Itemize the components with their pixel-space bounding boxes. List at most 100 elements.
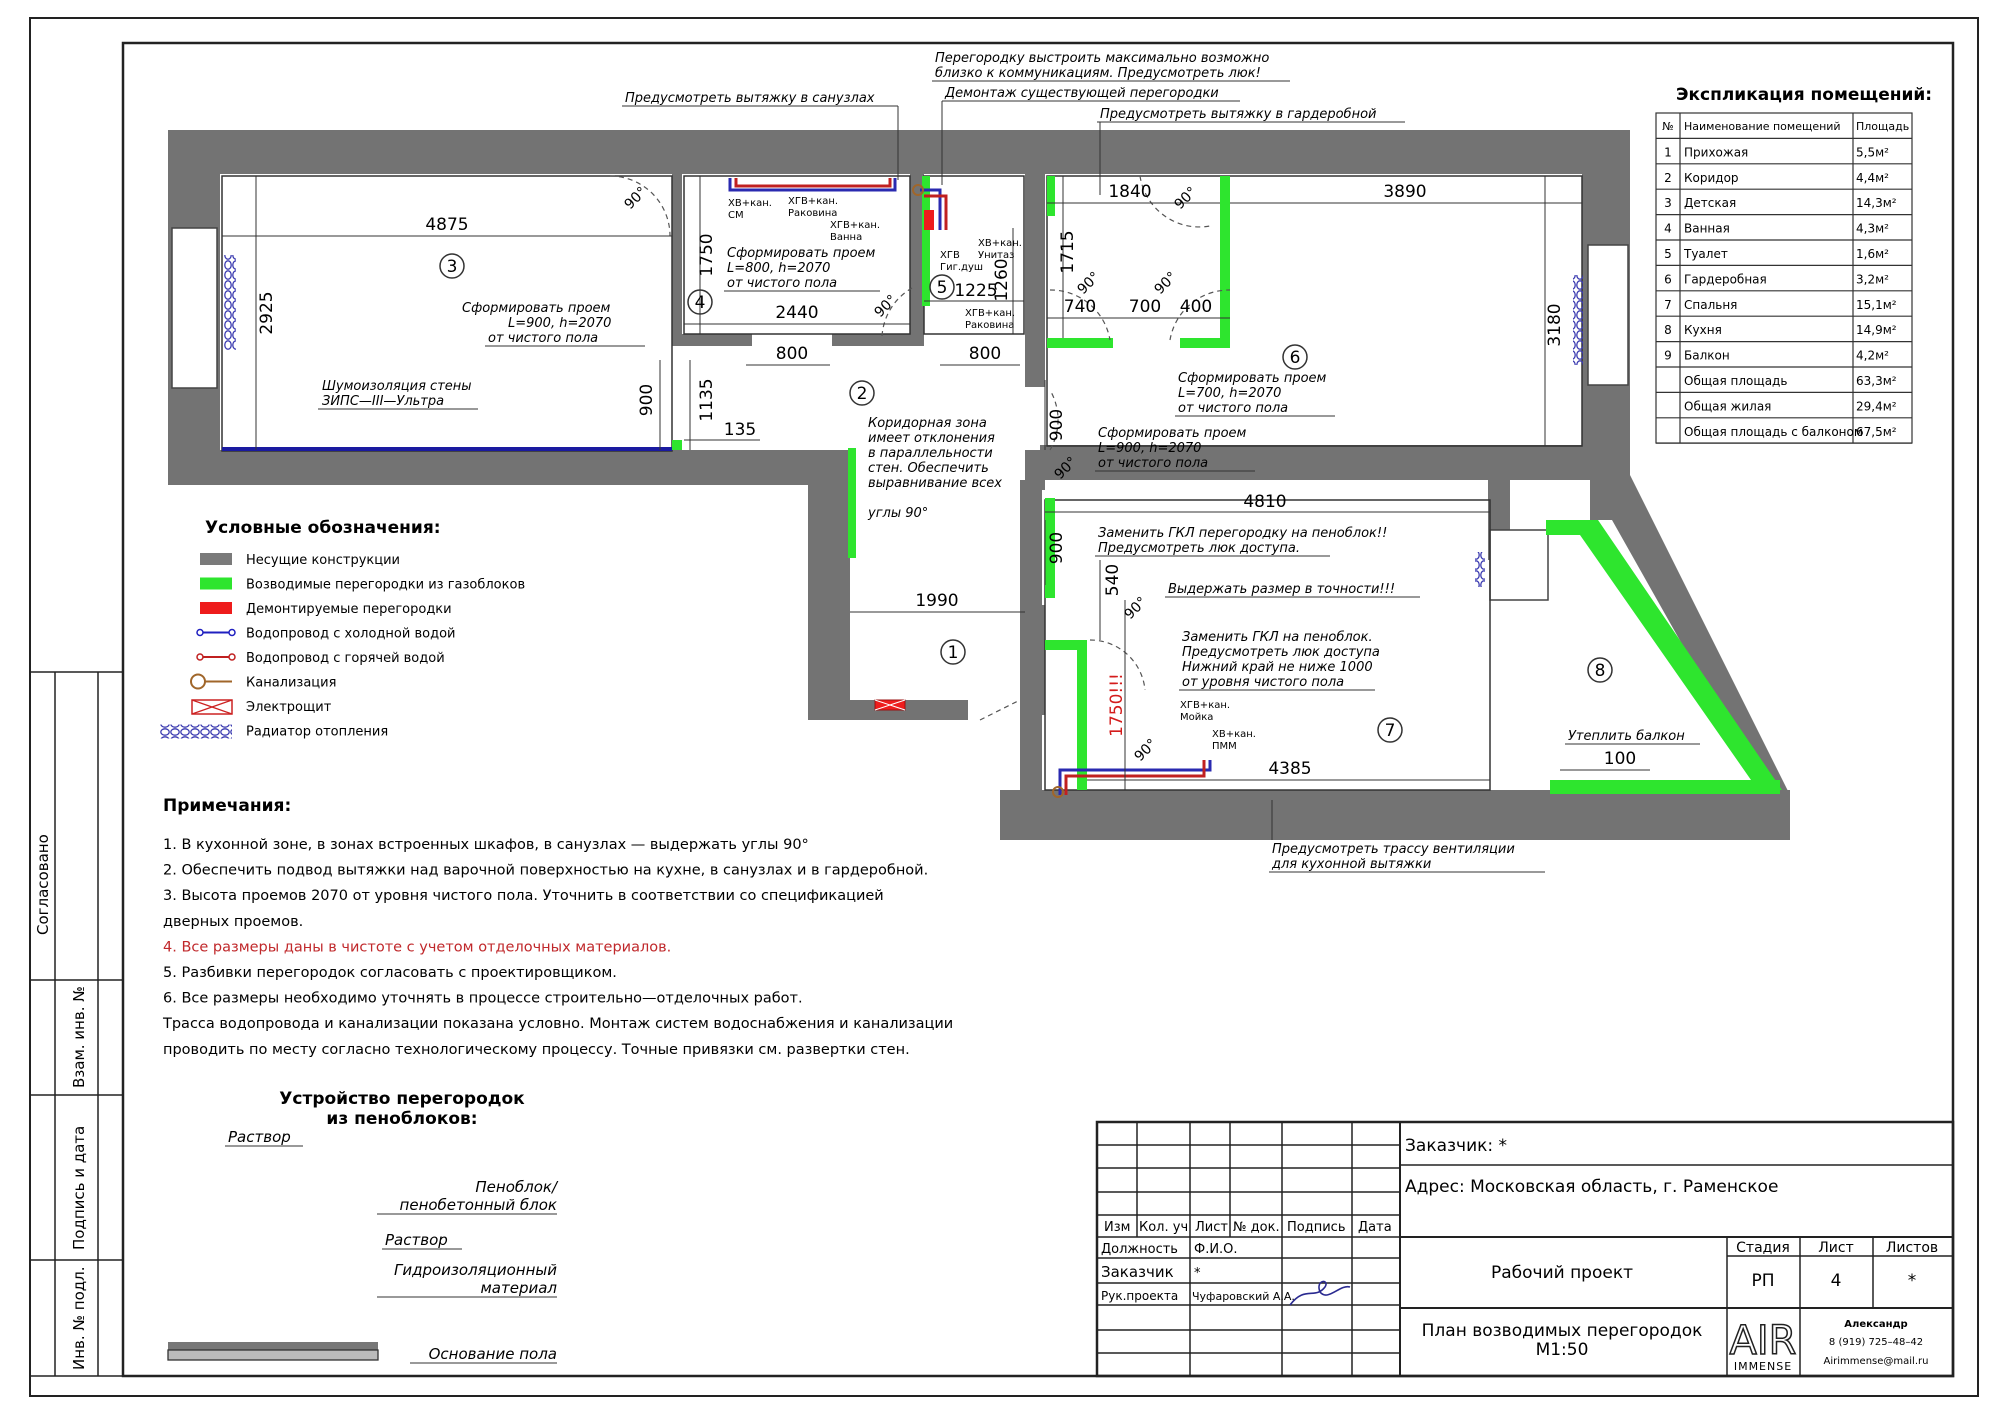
- pl-hgvvan-1: ХГВ+кан.: [830, 220, 880, 231]
- note-noise1: Шумоизоляция стены: [322, 379, 472, 394]
- stamp-agreed: Согласовано: [34, 834, 52, 935]
- section-label-block2: пенобетонный блок: [400, 1196, 557, 1214]
- explication-title: Экспликация помещений:: [1676, 85, 1932, 105]
- note-open4a: Сформировать проем: [1098, 426, 1247, 441]
- angle-5: 90°: [1152, 269, 1181, 298]
- contact-phone: 8 (919) 725–48–42: [1829, 1337, 1923, 1348]
- note-open2c: от чистого пола: [727, 276, 837, 291]
- note-open2b: L=800, h=2070: [727, 261, 830, 276]
- tb-position-value: Ф.И.О.: [1194, 1242, 1238, 1257]
- note-corr2: имеет отклонения: [868, 431, 995, 446]
- room-number-3: 3: [447, 257, 458, 277]
- note-line: 6. Все размеры необходимо уточнять в про…: [163, 991, 803, 1007]
- legend-radiator-icon: [160, 724, 232, 739]
- explication-cell: 3: [1664, 196, 1672, 210]
- note-balcony: Утеплить балкон: [1568, 729, 1685, 744]
- tb-position-label: Должность: [1101, 1242, 1178, 1257]
- legend-label: Водопровод с холодной водой: [246, 627, 455, 642]
- legend-swatch: [200, 577, 232, 590]
- dim-900a: 900: [637, 384, 657, 416]
- logo-letters: AIR: [1730, 1318, 1797, 1364]
- explication-cell: 1,6м²: [1856, 247, 1889, 261]
- legend-swatch: [200, 553, 232, 565]
- legend-item: Водопровод с горячей водой: [196, 651, 445, 666]
- note-open2a: Сформировать проем: [727, 246, 876, 261]
- pl-hgvmoika-2: Мойка: [1180, 712, 1213, 723]
- explication-cell: 9: [1664, 349, 1672, 363]
- explication-cell: Ванная: [1684, 222, 1730, 236]
- explication-rows: № Наименование помещений Площадь 1 Прихожая 5…: [1656, 120, 1912, 444]
- note-open1a: Сформировать проем: [462, 301, 611, 316]
- legend-label: Радиатор отопления: [246, 725, 388, 740]
- explication-cell: 4,3м²: [1856, 222, 1889, 236]
- explication-cell: 4: [1664, 222, 1672, 236]
- explication-cell: 14,3м²: [1856, 196, 1897, 210]
- legend-sewer-icon: [190, 673, 206, 690]
- explication-cell: Общая площадь: [1684, 374, 1787, 388]
- explication-cell: 15,1м²: [1856, 298, 1897, 312]
- pl-hgvrak2-1: ХГВ+кан.: [965, 308, 1015, 319]
- explication-cell: Коридор: [1684, 171, 1739, 185]
- angle-6: 90°: [1122, 594, 1151, 623]
- pl-hvpmm-1: ХВ+кан.: [1212, 729, 1256, 740]
- dim-1750: 1750: [697, 233, 717, 276]
- note-line: 3. Высота проемов 2070 от уровня чистого…: [163, 888, 884, 904]
- pl-hvcm-1: ХВ+кан.: [728, 198, 772, 209]
- section-label-mortar1: Раствор: [228, 1128, 291, 1146]
- note-line: 2. Обеспечить подвод вытяжки над варочно…: [163, 863, 928, 879]
- note-open3c: от чистого пола: [1178, 401, 1288, 416]
- radiator-room6: [1573, 275, 1583, 365]
- dim-800a: 800: [776, 344, 808, 364]
- note-gkl4: Предусмотреть люк доступа: [1182, 645, 1380, 660]
- legend-items: Несущие конструкции Возводимые перегородк…: [160, 553, 525, 740]
- tb-customer-value: *: [1194, 1266, 1201, 1281]
- company-logo: AIR IMMENSE: [1729, 1317, 1797, 1373]
- dim-135: 135: [724, 420, 756, 440]
- dim-740: 740: [1064, 297, 1096, 317]
- tb-customer-label: Заказчик: [1101, 1263, 1174, 1281]
- note-open3b: L=700, h=2070: [1178, 386, 1281, 401]
- legend-label: Возводимые перегородки из газоблоков: [246, 578, 525, 593]
- explication-cell: 2: [1664, 171, 1672, 185]
- section-label-waterproof2: материал: [480, 1279, 557, 1297]
- explication-header: №: [1662, 120, 1673, 133]
- explication-header: Наименование помещений: [1684, 120, 1841, 133]
- balcony-new-bottom: [1550, 780, 1780, 794]
- note-gkl6: от уровня чистого пола: [1182, 675, 1344, 690]
- pl-hgvrak-1: ХГВ+кан.: [788, 196, 838, 207]
- dim-1990: 1990: [915, 591, 958, 611]
- dim-1225: 1225: [954, 281, 997, 301]
- explication-cell: 6: [1664, 272, 1672, 286]
- explication-cell: 8: [1664, 323, 1672, 337]
- pl-hgvrak-2: Раковина: [788, 208, 837, 219]
- explication-cell: 4,2м²: [1856, 349, 1889, 363]
- explication-cell: Общая жилая: [1684, 399, 1771, 413]
- signature-mark: [1289, 1280, 1351, 1306]
- tb-col-date: Дата: [1358, 1220, 1392, 1235]
- note-line: 4. Все размеры даны в чистоте с учетом о…: [163, 939, 671, 955]
- tb-address: Адрес: Московская область, г. Раменское: [1405, 1177, 1778, 1197]
- contact-info: Александр 8 (919) 725–48–42 Airimmense@m…: [1824, 1319, 1929, 1367]
- note-top2: Предусмотреть вытяжку в санузлах: [625, 91, 875, 106]
- block-wall-illustration: [167, 1342, 379, 1361]
- explication-cell: Гардеробная: [1684, 272, 1767, 286]
- note-gkl2: Предусмотреть люк доступа.: [1098, 541, 1300, 556]
- tb-sheets: *: [1908, 1271, 1917, 1291]
- floor-plan-sheet: Согласовано Взам. инв. № Подпись и дата …: [29, 17, 1979, 1397]
- explication-cell: Туалет: [1683, 247, 1728, 261]
- pl-hvun-2: Унитаз: [978, 250, 1014, 261]
- dim-700: 700: [1129, 297, 1161, 317]
- floor-base: [167, 1349, 379, 1361]
- legend-label: Несущие конструкции: [246, 553, 400, 568]
- legend-label: Демонтируемые перегородки: [246, 602, 452, 617]
- tb-col-list: Лист: [1195, 1220, 1228, 1235]
- explication-header: Площадь: [1856, 120, 1909, 133]
- legend-item: Радиатор отопления: [160, 724, 388, 740]
- explication-cell: 3,2м²: [1856, 272, 1889, 286]
- tb-sheet: 4: [1831, 1271, 1842, 1291]
- note-corr4: стен. Обеспечить: [868, 461, 989, 476]
- pl-hgvgig-1: ХГВ: [940, 250, 960, 261]
- legend-item: Возводимые перегородки из газоблоков: [200, 577, 525, 593]
- legend-swatch: [200, 602, 232, 614]
- note-corr1: Коридорная зона: [868, 416, 987, 431]
